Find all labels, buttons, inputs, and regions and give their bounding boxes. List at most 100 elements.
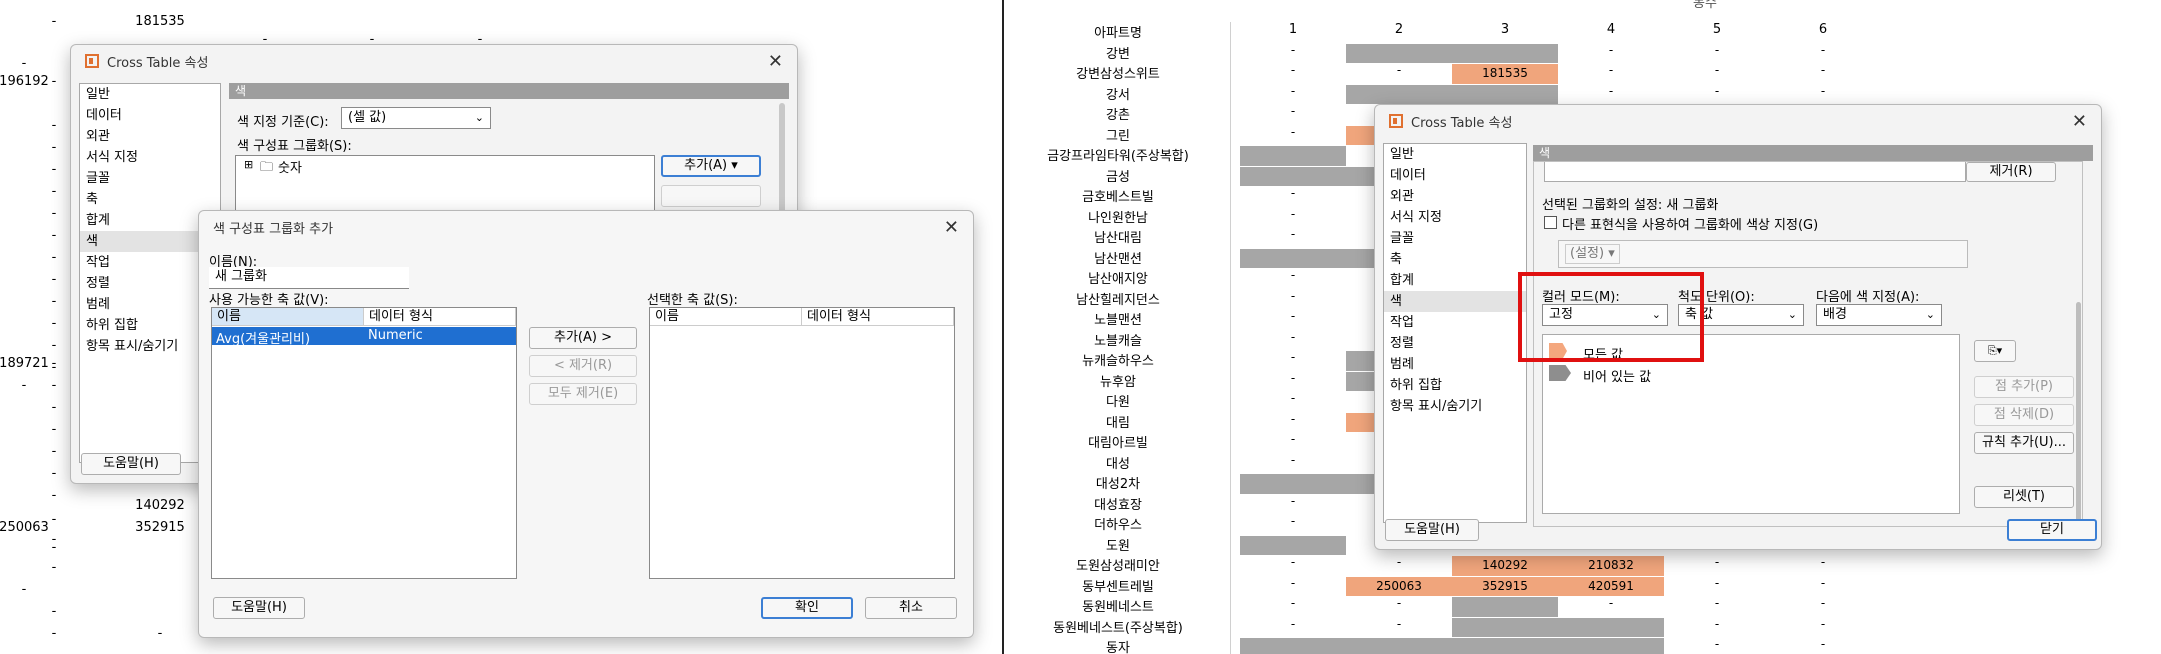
column-header: 3	[1500, 22, 1510, 37]
nav-item[interactable]: 색	[1384, 291, 1526, 312]
row-label: 동원베네스트	[1082, 600, 1154, 615]
empty-values-swatch[interactable]	[1549, 365, 1571, 381]
help-button[interactable]: 도움말(H)	[1385, 519, 1479, 541]
nav-item[interactable]: 작업	[1384, 312, 1526, 333]
row-label: 강변삼성스위트	[1076, 67, 1160, 82]
expression-checkbox[interactable]	[1544, 216, 1557, 229]
close-icon[interactable]: ✕	[768, 51, 783, 72]
category-list[interactable]: 일반 데이터 외관 서식 지정 글꼴 축 합계 색 작업 정렬 범례 하위 집합 항목 표시/숨기기	[1383, 143, 1527, 523]
ok-button[interactable]: 확인	[761, 597, 853, 619]
sheet-cell: -	[51, 14, 57, 29]
nav-item[interactable]: 서식 지정	[80, 147, 220, 168]
chevron-down-icon: ⌄	[1787, 308, 1797, 321]
sheet-cell: -	[21, 582, 27, 597]
dialog-titlebar[interactable]: Cross Table 속성	[71, 45, 797, 77]
nav-item[interactable]: 글꼴	[1384, 228, 1526, 249]
spotfire-logo-icon	[85, 54, 99, 68]
nav-item[interactable]: 범례	[1384, 354, 1526, 375]
nav-item[interactable]: 외관	[80, 126, 220, 147]
cancel-button[interactable]: 취소	[865, 597, 957, 619]
remove-grouping-button[interactable]: 제거(R)	[1966, 162, 2056, 182]
row-label: 노블캐슬	[1094, 333, 1142, 349]
available-values-table[interactable]: 이름 데이터 형식 Avg(겨울관리비) Numeric	[211, 307, 517, 579]
add-button-label: 추가(A) >	[554, 330, 612, 345]
settings-dropdown[interactable]: (설정) ▾	[1565, 244, 1620, 264]
apply-color-select[interactable]: 배경 ⌄	[1816, 304, 1942, 326]
expand-icon[interactable]: ⊞	[244, 158, 253, 171]
value-cell: 352915	[1452, 576, 1558, 596]
dash-cell: -	[1290, 350, 1296, 364]
name-input-value: 새 그룹화	[215, 269, 267, 284]
empty-cell	[1558, 617, 1664, 637]
empty-cell	[1240, 166, 1346, 186]
column-header-name[interactable]: 이름	[650, 308, 802, 326]
add-rule-label: 규칙 추가(U)...	[1981, 435, 2067, 450]
row-label: 뉴후암	[1100, 374, 1136, 390]
remove-all-button[interactable]: 모두 제거(E)	[529, 383, 637, 405]
apply-color-value: 배경	[1823, 307, 1847, 322]
sheet-cell: -	[51, 488, 57, 503]
empty-cell	[1558, 638, 1664, 654]
help-button[interactable]: 도움말(H)	[213, 597, 305, 619]
empty-cell	[1240, 146, 1346, 166]
nav-item[interactable]: 외관	[1384, 186, 1526, 207]
dash-cell: -	[1290, 288, 1296, 303]
add-axis-value-button[interactable]: 추가(A) >	[529, 327, 637, 349]
row-label: 대성2차	[1095, 477, 1141, 492]
help-button[interactable]: 도움말(H)	[81, 453, 181, 475]
sheet-cell: 196192	[0, 74, 49, 89]
table-row[interactable]: Avg(겨울관리비) Numeric	[212, 327, 516, 347]
remove-axis-value-button[interactable]: < 제거(R)	[529, 355, 637, 377]
close-icon[interactable]: ✕	[944, 217, 959, 238]
reset-button[interactable]: 리셋(T)	[1974, 486, 2074, 508]
grid-line	[1230, 22, 1231, 654]
vertical-scrollbar[interactable]	[2076, 302, 2081, 522]
dash-cell: -	[1290, 227, 1296, 241]
dialog-titlebar[interactable]: Cross Table 속성	[1375, 105, 2101, 137]
dialog-titlebar[interactable]: 색 구성표 그룹화 추가	[199, 211, 973, 243]
nav-item[interactable]: 일반	[80, 84, 220, 105]
add-point-button[interactable]: 점 추가(P)	[1974, 376, 2074, 398]
delete-point-button[interactable]: 점 삭제(D)	[1974, 404, 2074, 426]
nav-item[interactable]: 데이터	[1384, 165, 1526, 186]
vertical-scrollbar[interactable]	[779, 103, 785, 223]
dash-cell: -	[1290, 555, 1296, 569]
nav-item[interactable]: 축	[1384, 249, 1526, 270]
nav-item[interactable]: 서식 지정	[1384, 207, 1526, 228]
section-header: 색	[229, 83, 789, 99]
sheet-cell: -	[51, 560, 57, 575]
dash-cell: -	[1290, 432, 1296, 446]
color-basis-select[interactable]: (셀 값) ⌄	[341, 107, 491, 129]
column-header-type[interactable]: 데이터 형식	[364, 308, 516, 326]
dash-cell: -	[1714, 637, 1720, 651]
selected-values-table[interactable]: 이름 데이터 형식	[649, 307, 955, 579]
nav-item[interactable]: 축	[80, 189, 220, 210]
close-button-label: 닫기	[2040, 522, 2064, 537]
nav-item[interactable]: 합계	[1384, 270, 1526, 291]
row-label: 금성	[1106, 169, 1130, 185]
add-rule-button[interactable]: 규칙 추가(U)...	[1974, 432, 2074, 454]
row-label: 도원삼성래미안	[1076, 559, 1160, 574]
nav-item[interactable]: 글꼴	[80, 168, 220, 189]
nav-item[interactable]: 정렬	[1384, 333, 1526, 354]
nav-item[interactable]: 하위 집합	[1384, 375, 1526, 396]
nav-item[interactable]: 데이터	[80, 105, 220, 126]
row-label: 남산애지앙	[1088, 272, 1148, 287]
empty-cell	[1240, 638, 1346, 654]
dash-cell: -	[1714, 63, 1720, 77]
nav-item[interactable]: 일반	[1384, 144, 1526, 165]
close-button[interactable]: 닫기	[2007, 519, 2097, 541]
add-color-grouping-dialog: 색 구성표 그룹화 추가 ✕ 이름(N): 새 그룹화 사용 가능한 축 값(V…	[198, 210, 974, 638]
copy-options-button[interactable]: ⎘▾	[1974, 340, 2016, 362]
column-header-name[interactable]: 이름	[212, 308, 364, 326]
dash-cell: -	[1290, 186, 1296, 200]
close-icon[interactable]: ✕	[2072, 111, 2087, 132]
edit-button-partial[interactable]	[661, 185, 761, 207]
add-grouping-button[interactable]: 추가(A) ▾	[661, 155, 761, 177]
column-header-type[interactable]: 데이터 형식	[802, 308, 954, 326]
name-input[interactable]: 새 그룹화	[209, 267, 409, 289]
dash-cell: -	[1608, 596, 1614, 610]
tree-item-numbers[interactable]: 숫자	[278, 157, 302, 176]
nav-item[interactable]: 항목 표시/숨기기	[1384, 396, 1526, 417]
expression-settings-field[interactable]: (설정) ▾	[1558, 240, 1968, 268]
